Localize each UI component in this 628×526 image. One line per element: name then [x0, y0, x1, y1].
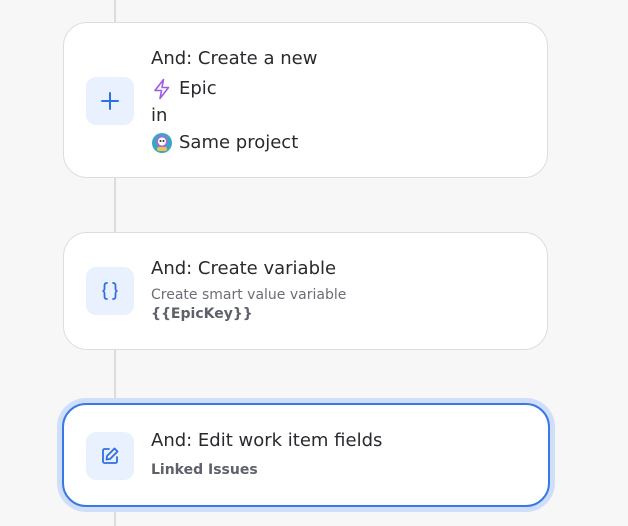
edit-icon	[86, 432, 134, 480]
edit-fields-step-card[interactable]: And: Edit work item fields Linked Issues	[62, 403, 550, 507]
connector-text: in	[151, 105, 168, 126]
step-description: Create smart value variable	[151, 287, 347, 303]
step-title: And: Edit work item fields	[151, 430, 383, 451]
lightning-icon	[151, 78, 173, 100]
variable-name: {{EpicKey}}	[151, 306, 253, 322]
field-name: Linked Issues	[151, 462, 258, 478]
work-item-type: Epic	[179, 78, 217, 99]
braces-icon	[86, 267, 134, 315]
create-variable-step-card[interactable]: And: Create variable Create smart value …	[63, 232, 548, 350]
step-title: And: Create a new	[151, 48, 318, 69]
project-name: Same project	[179, 132, 299, 153]
step-title: And: Create variable	[151, 258, 337, 279]
plus-icon	[86, 77, 134, 125]
project-avatar-icon	[151, 132, 173, 154]
create-work-item-step-card[interactable]: And: Create a new Epic in Same project	[63, 22, 548, 178]
